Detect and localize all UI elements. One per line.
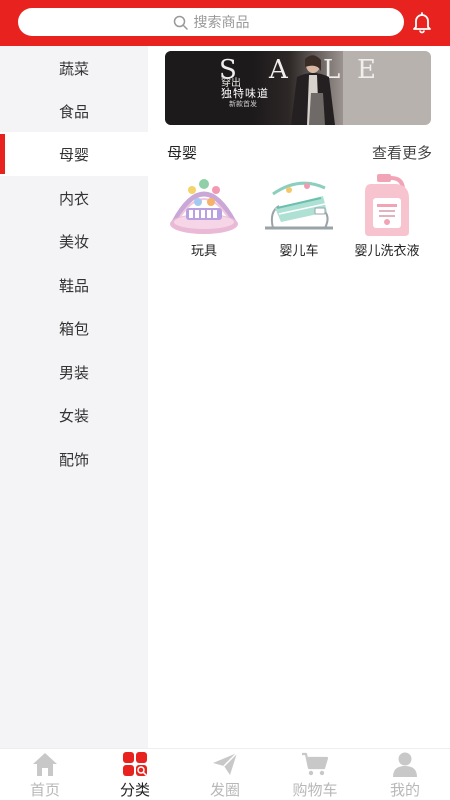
sidebar-item-label: 鞋品 [58, 276, 89, 295]
sidebar-item-accessories[interactable]: 配饰 [0, 437, 148, 481]
sidebar-item-label: 配饰 [58, 450, 89, 469]
cart-icon [302, 752, 329, 776]
baby-play-gym-image [170, 179, 238, 234]
sidebar-item-underwear[interactable]: 内衣 [0, 176, 148, 220]
promo-banner[interactable]: S A L E 穿出 独特味道 新款首发 [165, 51, 431, 125]
bell-icon[interactable] [410, 10, 434, 34]
nav-cart[interactable]: 购物车 [270, 749, 360, 800]
sidebar-item-label: 内衣 [58, 189, 89, 208]
nav-moments[interactable]: 发圈 [180, 749, 270, 800]
nav-label: 分类 [119, 781, 150, 799]
banner-line-3: 新款首发 [229, 100, 257, 108]
sidebar-item-womenswear[interactable]: 女装 [0, 393, 148, 437]
send-icon [213, 752, 238, 775]
nav-home[interactable]: 首页 [0, 749, 90, 800]
product-stroller[interactable]: 婴儿车 [253, 172, 345, 262]
sidebar-item-label: 蔬菜 [58, 59, 89, 78]
nav-label: 发圈 [209, 781, 240, 799]
nav-label: 我的 [389, 781, 420, 799]
baby-bouncer-image [265, 181, 333, 230]
section-title: 母婴 [167, 144, 198, 162]
sidebar-item-shoes[interactable]: 鞋品 [0, 263, 148, 307]
banner-sale-letter: E [357, 55, 378, 85]
sidebar-item-label: 食品 [58, 102, 89, 121]
sidebar-item-mother-baby[interactable]: 母婴 [0, 132, 148, 176]
baby-detergent-bottle-image [365, 174, 409, 236]
search-placeholder: 搜索商品 [193, 15, 250, 31]
sidebar-item-food[interactable]: 食品 [0, 89, 148, 133]
view-more-link[interactable]: 查看更多 [372, 142, 432, 163]
banner-model-figure [291, 55, 335, 125]
product-name: 婴儿洗衣液 [354, 244, 420, 259]
sidebar-item-label: 女装 [58, 406, 89, 425]
product-name: 玩具 [190, 244, 217, 259]
nav-label: 购物车 [292, 781, 338, 799]
bottom-navigation: 首页 分类 发圈 购物车 我的 [0, 748, 450, 800]
home-icon [33, 753, 57, 776]
nav-category[interactable]: 分类 [90, 749, 180, 800]
search-bar[interactable]: 搜索商品 [18, 8, 404, 36]
sidebar-item-label: 美妆 [58, 232, 89, 251]
sidebar-item-bags[interactable]: 箱包 [0, 306, 148, 350]
user-icon [393, 752, 417, 777]
sidebar-item-menswear[interactable]: 男装 [0, 350, 148, 394]
sidebar-item-vegetables[interactable]: 蔬菜 [0, 46, 148, 90]
category-sidebar: 蔬菜 食品 母婴 内衣 美妆 鞋品 箱包 男装 女装 配饰 [0, 46, 148, 748]
sidebar-item-label: 箱包 [58, 319, 89, 338]
sidebar-item-label: 男装 [58, 363, 89, 382]
search-icon [173, 15, 188, 30]
product-detergent[interactable]: 婴儿洗衣液 [341, 172, 433, 262]
product-toy[interactable]: 玩具 [158, 172, 250, 262]
nav-label: 首页 [29, 781, 60, 799]
category-icon [123, 752, 147, 776]
product-name: 婴儿车 [279, 244, 319, 259]
sidebar-item-label: 母婴 [58, 145, 89, 164]
sidebar-item-beauty[interactable]: 美妆 [0, 219, 148, 263]
top-header: 搜索商品 [0, 0, 450, 46]
nav-profile[interactable]: 我的 [360, 749, 450, 800]
